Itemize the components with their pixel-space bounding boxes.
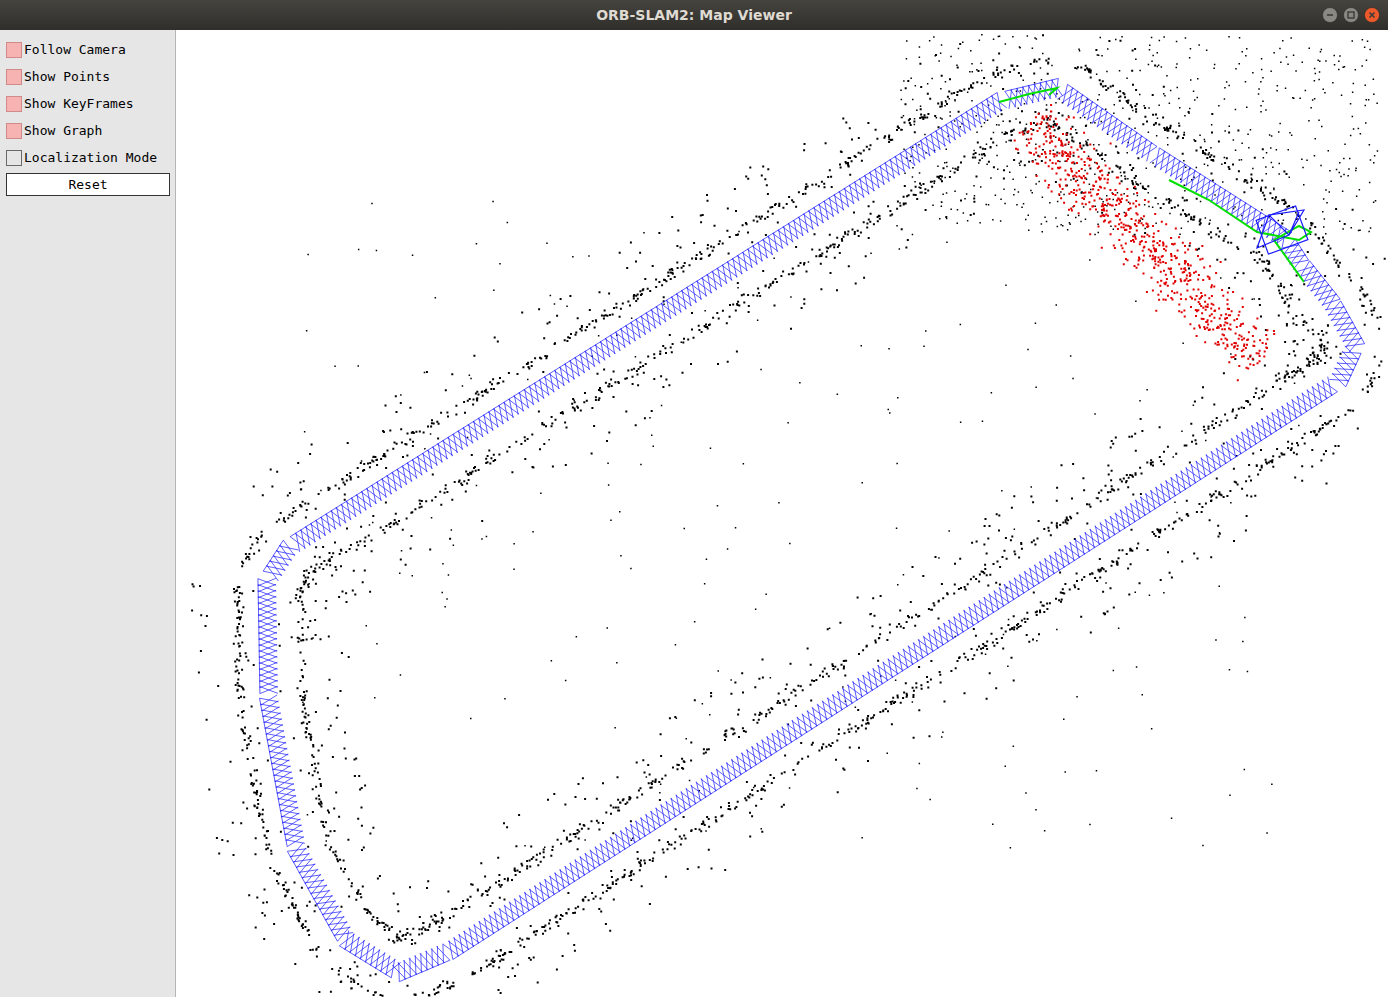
- window-title: ORB-SLAM2: Map Viewer: [596, 7, 792, 23]
- option-label: Show Points: [24, 69, 110, 84]
- option-label: Follow Camera: [24, 42, 126, 57]
- option-row[interactable]: Show Graph: [6, 117, 169, 144]
- control-panel: Follow Camera Show Points Show KeyFrames Sh…: [0, 30, 176, 997]
- option-checkbox[interactable]: [6, 42, 22, 58]
- option-row[interactable]: Localization Mode: [6, 144, 169, 171]
- option-row[interactable]: Follow Camera: [6, 36, 169, 63]
- option-checkbox[interactable]: [6, 96, 22, 112]
- keyframes: [258, 78, 1365, 981]
- title-bar: ORB-SLAM2: Map Viewer: [0, 0, 1388, 30]
- option-label: Show KeyFrames: [24, 96, 134, 111]
- map-canvas[interactable]: [176, 30, 1387, 997]
- app-window: ORB-SLAM2: Map Viewer Follow Camera Show P…: [0, 0, 1388, 997]
- option-checkbox[interactable]: [6, 69, 22, 85]
- option-label: Localization Mode: [24, 150, 157, 165]
- reference-points: [1014, 104, 1275, 381]
- covisibility-graph: [999, 88, 1057, 102]
- maximize-icon[interactable]: [1343, 7, 1359, 23]
- spanning-graph: [1169, 180, 1311, 282]
- reset-button[interactable]: Reset: [6, 173, 170, 196]
- window-body: Follow Camera Show Points Show KeyFrames Sh…: [0, 30, 1388, 997]
- close-icon[interactable]: [1364, 7, 1380, 23]
- minimize-icon[interactable]: [1322, 7, 1338, 23]
- option-label: Show Graph: [24, 123, 102, 138]
- window-controls: [1322, 7, 1380, 23]
- option-checkbox[interactable]: [6, 150, 22, 166]
- option-row[interactable]: Show KeyFrames: [6, 90, 169, 117]
- map-viewer: [176, 30, 1388, 997]
- map-points: [191, 34, 1386, 997]
- current-camera-icon: [1256, 206, 1308, 254]
- option-checkbox[interactable]: [6, 123, 22, 139]
- option-row[interactable]: Show Points: [6, 63, 169, 90]
